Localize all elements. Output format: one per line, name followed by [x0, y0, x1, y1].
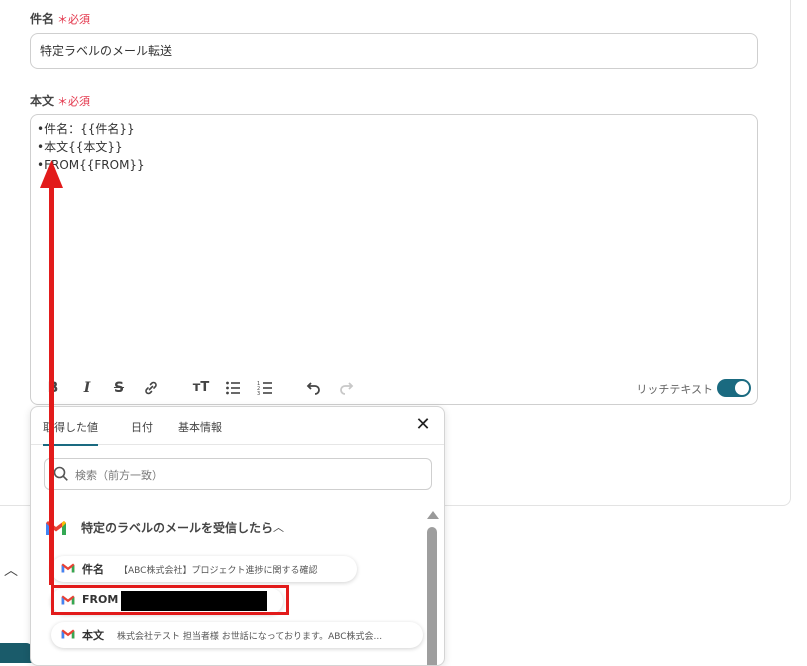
body-label: 本文 ＊必須: [30, 94, 91, 108]
numbered-list-icon[interactable]: 123: [255, 378, 275, 398]
bold-icon[interactable]: B: [43, 378, 63, 398]
bullet-list-icon[interactable]: [223, 378, 243, 398]
italic-icon[interactable]: I: [77, 378, 97, 398]
item-name: 本文: [82, 629, 104, 642]
toggle-knob: [735, 381, 749, 395]
corner-button[interactable]: [0, 643, 34, 663]
body-content[interactable]: •件名：{{件名}} •本文{{本文}} •FROM{{FROM}}: [37, 120, 145, 174]
text-size-icon[interactable]: ᴛT: [191, 378, 211, 398]
search-input[interactable]: 検索（前方一致）: [44, 458, 432, 490]
picker-tabs: 取得した値 日付 基本情報 ✕: [31, 407, 444, 446]
body-line: •件名：{{件名}}: [37, 122, 135, 136]
chevron-up-icon[interactable]: ︿: [4, 560, 18, 580]
undo-icon[interactable]: [303, 378, 323, 398]
highlight-box: [51, 585, 289, 615]
subject-label: 件名 ＊必須: [30, 12, 91, 26]
gmail-icon: [61, 629, 75, 639]
rich-text-label: リッチテキスト: [636, 383, 713, 396]
body-line: •FROM{{FROM}}: [37, 158, 145, 172]
item-value: 株式会社テスト 担当者様 お世話になっております。ABC株式会...: [117, 632, 383, 642]
item-name: 件名: [82, 563, 104, 576]
subject-input[interactable]: 特定ラベルのメール転送: [30, 33, 758, 69]
item-value: 【ABC株式会社】プロジェクト進捗に関する確認: [119, 566, 318, 576]
scrollbar[interactable]: [427, 527, 437, 665]
search-icon: [53, 466, 68, 481]
close-icon[interactable]: ✕: [412, 414, 434, 436]
group-title: 特定のラベルのメールを受信したら: [81, 521, 274, 535]
search-placeholder: 検索（前方一致）: [75, 469, 163, 482]
link-icon[interactable]: [141, 378, 161, 398]
value-item-subject[interactable]: 件名 【ABC株式会社】プロジェクト進捗に関する確認: [51, 556, 357, 582]
tab-date[interactable]: 日付: [131, 419, 153, 435]
gmail-icon: [61, 563, 75, 573]
rich-text-toggle[interactable]: [717, 379, 751, 397]
value-item-body[interactable]: 本文 株式会社テスト 担当者様 お世話になっております。ABC株式会...: [51, 622, 423, 648]
tab-basic-info[interactable]: 基本情報: [178, 419, 222, 435]
required-mark: ＊必須: [57, 95, 91, 108]
chevron-up-icon[interactable]: ︿: [273, 519, 284, 535]
variable-picker-popup: 取得した値 日付 基本情報 ✕ 検索（前方一致） 特定のラベルのメールを受信した…: [30, 406, 445, 666]
group-header[interactable]: 特定のラベルのメールを受信したら ︿: [45, 517, 284, 537]
gmail-icon: [46, 520, 66, 535]
body-editor[interactable]: •件名：{{件名}} •本文{{本文}} •FROM{{FROM}} B I S…: [30, 114, 758, 405]
required-mark: ＊必須: [57, 13, 91, 26]
body-line: •本文{{本文}}: [37, 140, 123, 154]
strikethrough-icon[interactable]: S: [109, 378, 129, 398]
scroll-up-arrow[interactable]: [427, 511, 439, 519]
tab-acquired-values[interactable]: 取得した値: [43, 419, 98, 446]
svg-text:3: 3: [257, 391, 260, 396]
editor-toolbar: B I S ᴛT 123 リッチテキスト: [31, 372, 757, 404]
redo-icon[interactable]: [337, 378, 357, 398]
